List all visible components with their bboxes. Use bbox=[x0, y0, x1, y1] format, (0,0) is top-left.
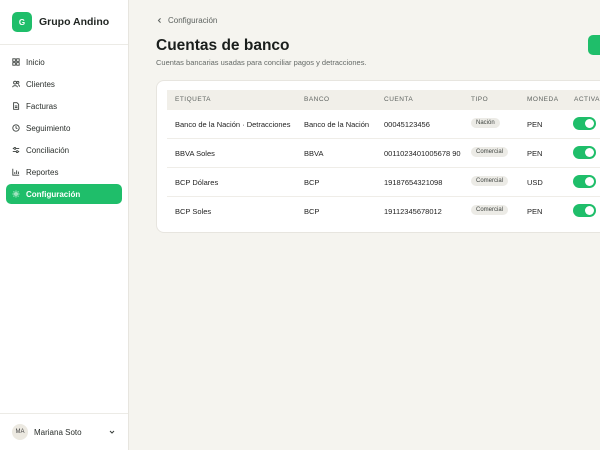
column-header-cuenta: CUENTA bbox=[384, 96, 414, 103]
cell-moneda: PEN bbox=[527, 207, 543, 216]
type-badge: Comercial bbox=[471, 176, 509, 186]
cell-cuenta: 00045123456 bbox=[384, 120, 430, 129]
grid-icon bbox=[12, 58, 20, 66]
cell-cuenta: 19112345678012 bbox=[384, 207, 442, 216]
sidebar-item-label: Seguimiento bbox=[26, 123, 71, 133]
active-toggle[interactable] bbox=[573, 175, 596, 188]
toggle-knob bbox=[585, 148, 594, 157]
active-toggle[interactable] bbox=[573, 117, 596, 130]
active-toggle[interactable] bbox=[573, 146, 596, 159]
sidebar-item-label: Conciliación bbox=[26, 145, 70, 155]
sidebar-item-clientes[interactable]: Clientes bbox=[6, 74, 122, 94]
brand: G Grupo Andino bbox=[0, 0, 128, 45]
cell-banco: BBVA bbox=[304, 149, 324, 158]
toggle-knob bbox=[585, 177, 594, 186]
cell-banco: BCP bbox=[304, 207, 320, 216]
breadcrumb-label: Configuración bbox=[168, 16, 218, 25]
sidebar-item-seguimiento[interactable]: Seguimiento bbox=[6, 118, 122, 138]
sidebar-item-configuracion[interactable]: Configuración bbox=[6, 184, 122, 204]
clock-icon bbox=[12, 124, 20, 132]
chevron-left-icon bbox=[157, 18, 161, 23]
toggle-knob bbox=[585, 206, 594, 215]
gear-icon bbox=[12, 190, 20, 198]
active-toggle[interactable] bbox=[573, 204, 596, 217]
bar-chart-icon bbox=[12, 168, 20, 176]
column-header-moneda: MONEDA bbox=[527, 96, 559, 103]
cell-cuenta: 0011023401005678 90 bbox=[384, 149, 461, 158]
cell-moneda: PEN bbox=[527, 149, 543, 158]
table-row[interactable]: Banco de la Nación · Detracciones Banco … bbox=[167, 110, 600, 139]
main-content: Configuración Cuentas de banco Cuentas b… bbox=[129, 0, 600, 450]
cell-cuenta: 19187654321098 bbox=[384, 178, 443, 187]
breadcrumb[interactable]: Configuración bbox=[156, 16, 217, 25]
sidebar-item-facturas[interactable]: Facturas bbox=[6, 96, 122, 116]
cell-moneda: PEN bbox=[527, 120, 543, 129]
add-account-button[interactable] bbox=[588, 35, 600, 55]
page-subtitle: Cuentas bancarias usadas para conciliar … bbox=[156, 58, 367, 67]
cell-moneda: USD bbox=[527, 178, 543, 187]
user-menu[interactable]: MA Mariana Soto bbox=[0, 413, 128, 450]
table-row[interactable]: BBVA Soles BBVA 0011023401005678 90 Come… bbox=[167, 139, 600, 168]
type-badge: Comercial bbox=[471, 205, 509, 215]
column-header-etiqueta: ETIQUETA bbox=[175, 96, 212, 103]
page-title: Cuentas de banco bbox=[156, 37, 290, 54]
chevron-down-icon bbox=[109, 430, 115, 434]
sliders-icon bbox=[12, 146, 20, 154]
brand-logo: G bbox=[12, 12, 32, 32]
column-header-activa: ACTIVA bbox=[574, 96, 600, 103]
file-icon bbox=[13, 102, 20, 110]
sidebar-item-conciliacion[interactable]: Conciliación bbox=[6, 140, 122, 160]
sidebar: G Grupo Andino Inicio Clientes Facturas … bbox=[0, 0, 129, 450]
table-header: ETIQUETA BANCO CUENTA TIPO MONEDA ACTIVA bbox=[167, 90, 600, 110]
sidebar-item-label: Reportes bbox=[26, 167, 59, 177]
sidebar-item-label: Facturas bbox=[26, 101, 58, 111]
type-badge: Comercial bbox=[471, 147, 509, 157]
sidebar-nav: Inicio Clientes Facturas Seguimiento Con… bbox=[0, 45, 128, 204]
sidebar-item-reportes[interactable]: Reportes bbox=[6, 162, 122, 182]
cell-etiqueta: BCP Dólares bbox=[175, 178, 219, 187]
sidebar-item-label: Configuración bbox=[26, 189, 81, 199]
table-row[interactable]: BCP Dólares BCP 19187654321098 Comercial… bbox=[167, 168, 600, 197]
cell-banco: Banco de la Nación bbox=[304, 120, 370, 129]
brand-name: Grupo Andino bbox=[39, 16, 110, 28]
sidebar-item-label: Clientes bbox=[26, 79, 55, 89]
cell-etiqueta: BBVA Soles bbox=[175, 149, 215, 158]
sidebar-item-inicio[interactable]: Inicio bbox=[6, 52, 122, 72]
avatar: MA bbox=[12, 424, 28, 440]
users-icon bbox=[12, 80, 20, 88]
cell-etiqueta: Banco de la Nación · Detracciones bbox=[175, 120, 291, 129]
toggle-knob bbox=[585, 119, 594, 128]
type-badge: Nación bbox=[471, 118, 500, 128]
user-name: Mariana Soto bbox=[34, 427, 82, 437]
column-header-tipo: TIPO bbox=[471, 96, 489, 103]
table-row[interactable]: BCP Soles BCP 19112345678012 Comercial P… bbox=[167, 197, 600, 226]
column-header-banco: BANCO bbox=[304, 96, 330, 103]
cell-etiqueta: BCP Soles bbox=[175, 207, 212, 216]
cell-banco: BCP bbox=[304, 178, 320, 187]
sidebar-item-label: Inicio bbox=[26, 57, 45, 67]
accounts-table-card: ETIQUETA BANCO CUENTA TIPO MONEDA ACTIVA… bbox=[156, 80, 600, 233]
